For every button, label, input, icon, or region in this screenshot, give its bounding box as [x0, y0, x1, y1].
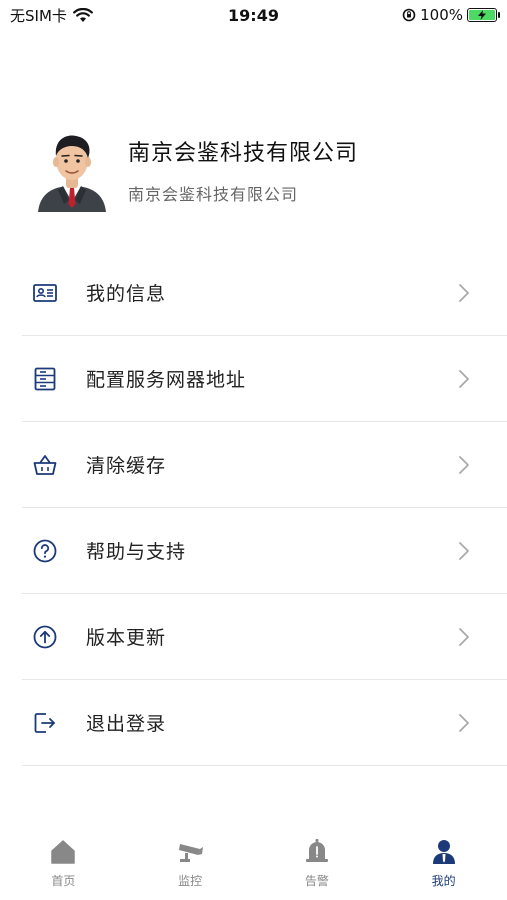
menu-label: 帮助与支持	[86, 541, 187, 563]
profile-header[interactable]: 南京会鉴科技有限公司 南京会鉴科技有限公司	[34, 125, 507, 215]
profile-text: 南京会鉴科技有限公司 南京会鉴科技有限公司	[128, 135, 358, 205]
menu-item-my-info[interactable]: 我的信息	[22, 250, 507, 336]
chevron-right-icon	[459, 283, 469, 302]
battery-icon	[467, 8, 500, 22]
basket-icon	[32, 452, 58, 478]
tab-label: 监控	[178, 874, 203, 888]
status-bar: 无SIM卡 19:49 100%	[0, 0, 507, 30]
server-icon	[32, 366, 58, 392]
camera-icon	[179, 844, 204, 862]
charging-bolt-icon	[478, 10, 486, 20]
carrier-label: 无SIM卡	[10, 6, 67, 25]
menu-label: 配置服务网器地址	[86, 369, 247, 391]
menu-item-logout[interactable]: 退出登录	[22, 680, 507, 766]
settings-menu: 我的信息 配置服务网器地址 清除缓存 帮助与支持 版本更新 退出登录	[22, 250, 507, 766]
menu-item-server-config[interactable]: 配置服务网器地址	[22, 336, 507, 422]
status-right: 100%	[402, 6, 500, 24]
tab-alarm[interactable]: 告警	[254, 838, 380, 889]
tab-label: 首页	[51, 874, 76, 888]
battery-percent: 100%	[420, 6, 463, 24]
menu-item-clear-cache[interactable]: 清除缓存	[22, 422, 507, 508]
wifi-icon	[72, 7, 93, 22]
upload-circle-icon	[32, 624, 58, 650]
menu-label: 退出登录	[86, 713, 167, 735]
help-circle-icon	[32, 538, 58, 564]
profile-screen: 无SIM卡 19:49 100% 南京会鉴科技有限公司 南京会鉴科技有限公司 我…	[0, 0, 507, 900]
status-left: 无SIM卡	[10, 5, 93, 26]
chevron-right-icon	[459, 541, 469, 560]
tab-label: 我的	[431, 874, 456, 888]
menu-item-help[interactable]: 帮助与支持	[22, 508, 507, 594]
user-icon	[432, 840, 455, 864]
chevron-right-icon	[459, 627, 469, 646]
menu-item-version-update[interactable]: 版本更新	[22, 594, 507, 680]
menu-label: 版本更新	[86, 627, 167, 649]
avatar	[38, 135, 106, 212]
tab-mine[interactable]: 我的	[381, 838, 507, 889]
tab-label: 告警	[304, 874, 329, 888]
menu-label: 清除缓存	[86, 455, 167, 477]
profile-subtitle: 南京会鉴科技有限公司	[128, 185, 299, 204]
menu-label: 我的信息	[86, 283, 167, 305]
orientation-lock-icon	[402, 8, 416, 22]
tab-bar: 首页 监控 告警 我的	[0, 820, 507, 900]
chevron-right-icon	[459, 713, 469, 732]
chevron-right-icon	[459, 369, 469, 388]
tab-monitor[interactable]: 监控	[127, 838, 253, 889]
bell-icon	[305, 839, 328, 862]
logout-icon	[32, 710, 58, 736]
chevron-right-icon	[459, 455, 469, 474]
home-icon	[51, 840, 76, 864]
id-card-icon	[32, 280, 58, 306]
tab-home[interactable]: 首页	[0, 838, 126, 889]
profile-name: 南京会鉴科技有限公司	[128, 141, 359, 166]
